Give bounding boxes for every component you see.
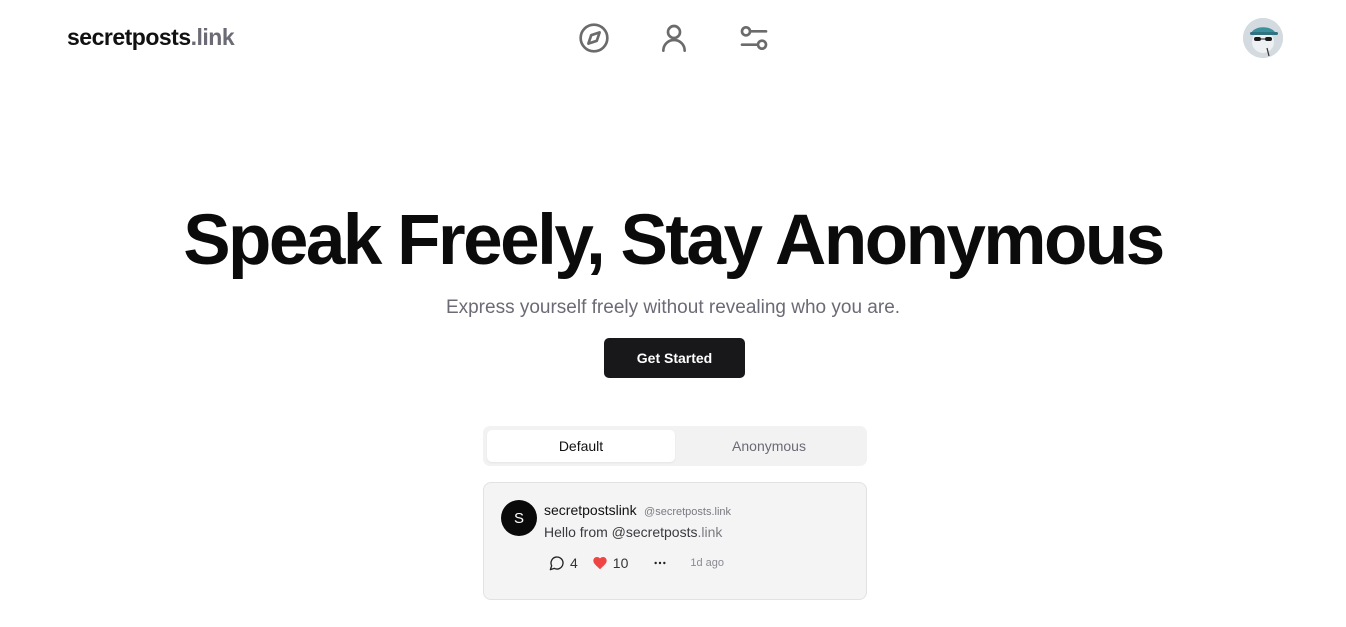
user-icon xyxy=(662,24,686,52)
heart-icon xyxy=(593,557,607,570)
post-card[interactable]: S secretpostslink @secretposts.link Hell… xyxy=(483,482,867,600)
like-button[interactable]: 10 xyxy=(592,555,629,571)
explore-nav-button[interactable] xyxy=(576,20,612,56)
feed-tabs: Default Anonymous xyxy=(483,426,867,466)
logo-main: secretposts xyxy=(67,24,191,50)
settings-sliders-icon xyxy=(740,26,768,50)
post-author-name[interactable]: secretpostslink xyxy=(544,502,637,518)
post-content: Hello from @secretposts.link xyxy=(544,524,722,540)
more-dots-icon xyxy=(654,561,666,565)
profile-nav-button[interactable] xyxy=(656,20,692,56)
site-logo[interactable]: secretposts.link xyxy=(67,24,235,51)
comment-button[interactable]: 4 xyxy=(549,555,578,571)
get-started-button[interactable]: Get Started xyxy=(604,338,745,378)
tab-default[interactable]: Default xyxy=(487,430,675,462)
top-bar: secretposts.link xyxy=(0,0,1346,76)
post-content-tld: .link xyxy=(697,524,723,540)
profile-avatar-image xyxy=(1243,18,1283,58)
logo-tld: .link xyxy=(190,24,235,50)
main-nav xyxy=(576,20,772,56)
settings-nav-button[interactable] xyxy=(736,20,772,56)
post-author-handle: @secretposts.link xyxy=(644,506,732,518)
tab-anonymous[interactable]: Anonymous xyxy=(675,430,863,462)
comment-count: 4 xyxy=(570,555,578,571)
hero-subtitle: Express yourself freely without revealin… xyxy=(445,297,901,318)
compass-icon xyxy=(579,23,609,53)
hero-title: Speak Freely, Stay Anonymous xyxy=(183,201,1165,280)
like-count: 10 xyxy=(612,555,629,571)
post-timestamp: 1d ago xyxy=(690,557,725,569)
more-options-button[interactable] xyxy=(652,555,668,571)
post-content-main: Hello from @secretposts xyxy=(544,524,698,540)
comment-icon xyxy=(549,556,564,571)
user-avatar[interactable] xyxy=(1243,18,1283,58)
post-header: secretpostslink @secretposts.link xyxy=(544,502,731,520)
post-author-avatar[interactable]: S xyxy=(501,500,537,536)
post-actions: 4 10 1d ago xyxy=(549,555,724,571)
